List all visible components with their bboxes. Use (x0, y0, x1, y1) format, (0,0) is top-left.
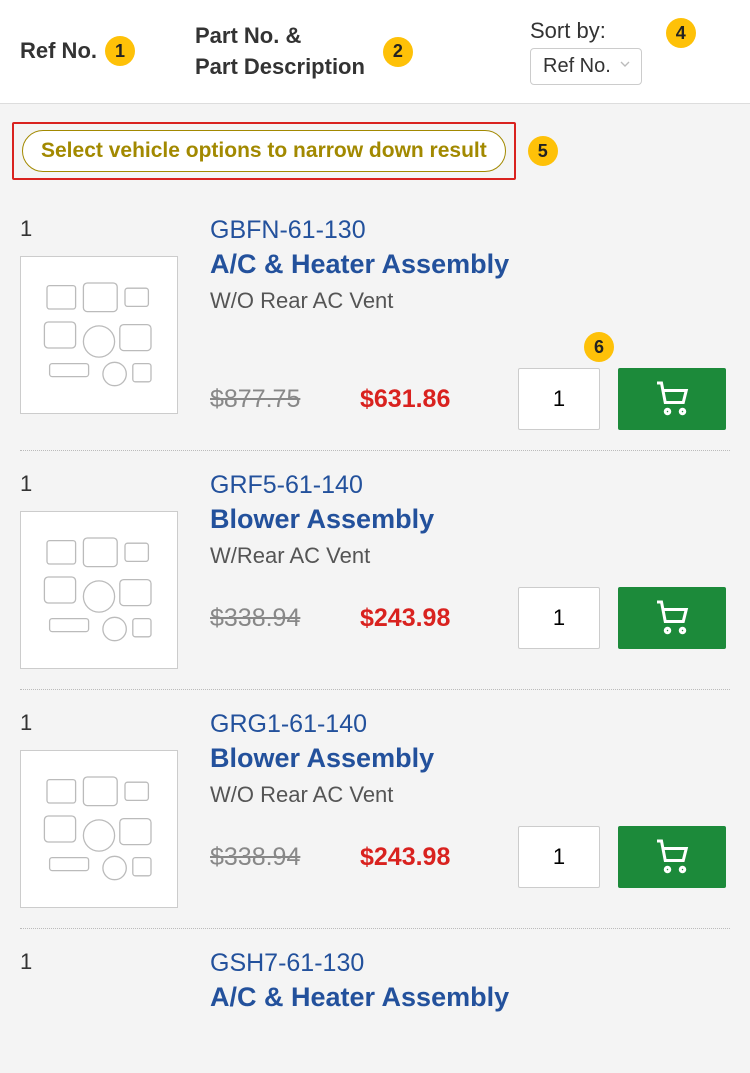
qty-input[interactable] (518, 826, 600, 888)
annotation-4: 4 (666, 18, 696, 48)
qty-input[interactable] (518, 368, 600, 430)
sort-select[interactable]: Ref No. (530, 48, 642, 85)
ref-number: 1 (20, 216, 210, 242)
product-thumbnail[interactable] (20, 750, 178, 908)
product-thumbnail[interactable] (20, 256, 178, 414)
cart-icon (654, 838, 690, 877)
product-list: 1 GBFN-61-130 A/C & Heater Assembly W/O … (0, 188, 750, 1049)
ref-number: 1 (20, 949, 210, 975)
sort-label: Sort by: (530, 18, 606, 44)
annotation-1: 1 (105, 36, 135, 66)
part-number-link[interactable]: GRG1-61-140 (210, 710, 726, 739)
narrow-options-button[interactable]: Select vehicle options to narrow down re… (22, 130, 506, 172)
annotation-6: 6 (584, 332, 614, 362)
sale-price: $243.98 (360, 843, 518, 872)
add-to-cart-button[interactable] (618, 587, 726, 649)
price-row: $877.75 $631.86 (210, 368, 726, 430)
part-name-link[interactable]: Blower Assembly (210, 743, 726, 774)
sale-price: $631.86 (360, 385, 518, 414)
part-number-link[interactable]: GRF5-61-140 (210, 471, 726, 500)
msrp-price: $338.94 (210, 604, 360, 633)
price-row: $338.94 $243.98 (210, 587, 726, 649)
ref-number: 1 (20, 710, 210, 736)
product-row: 1 GRG1-61-140 Blower Assembly W/O Rear A… (20, 690, 730, 929)
col-ref: Ref No. 1 (20, 36, 195, 67)
ref-number: 1 (20, 471, 210, 497)
product-row: 1 GSH7-61-130 A/C & Heater Assembly (20, 929, 730, 1041)
add-to-cart-button[interactable] (618, 368, 726, 430)
sort-selected-value: Ref No. (543, 55, 611, 78)
part-number-link[interactable]: GSH7-61-130 (210, 949, 726, 978)
part-note: W/Rear AC Vent (210, 543, 726, 569)
part-name-link[interactable]: Blower Assembly (210, 504, 726, 535)
part-note: W/O Rear AC Vent (210, 782, 726, 808)
add-to-cart-button[interactable] (618, 826, 726, 888)
part-number-link[interactable]: GBFN-61-130 (210, 216, 726, 245)
annotation-5: 5 (528, 136, 558, 166)
product-row: 1 GBFN-61-130 A/C & Heater Assembly W/O … (20, 196, 730, 451)
narrow-options-wrap: Select vehicle options to narrow down re… (12, 122, 738, 180)
list-header: Ref No. 1 Part No. & Part Description 2 … (0, 0, 750, 104)
product-thumbnail[interactable] (20, 511, 178, 669)
part-header: Part No. & Part Description (195, 21, 365, 83)
part-name-link[interactable]: A/C & Heater Assembly (210, 982, 726, 1013)
col-sort: Sort by: 4 Ref No. (530, 18, 730, 85)
price-row: $338.94 $243.98 (210, 826, 726, 888)
annotation-2: 2 (383, 37, 413, 67)
col-part: Part No. & Part Description 2 (195, 21, 530, 83)
cart-icon (654, 380, 690, 419)
cart-icon (654, 599, 690, 638)
chevron-down-icon (617, 55, 633, 78)
sale-price: $243.98 (360, 604, 518, 633)
msrp-price: $338.94 (210, 843, 360, 872)
qty-input[interactable] (518, 587, 600, 649)
product-row: 1 GRF5-61-140 Blower Assembly W/Rear AC … (20, 451, 730, 690)
narrow-highlight-box: Select vehicle options to narrow down re… (12, 122, 516, 180)
ref-no-header: Ref No. (20, 36, 97, 67)
msrp-price: $877.75 (210, 385, 360, 414)
part-name-link[interactable]: A/C & Heater Assembly (210, 249, 726, 280)
part-note: W/O Rear AC Vent (210, 288, 726, 314)
